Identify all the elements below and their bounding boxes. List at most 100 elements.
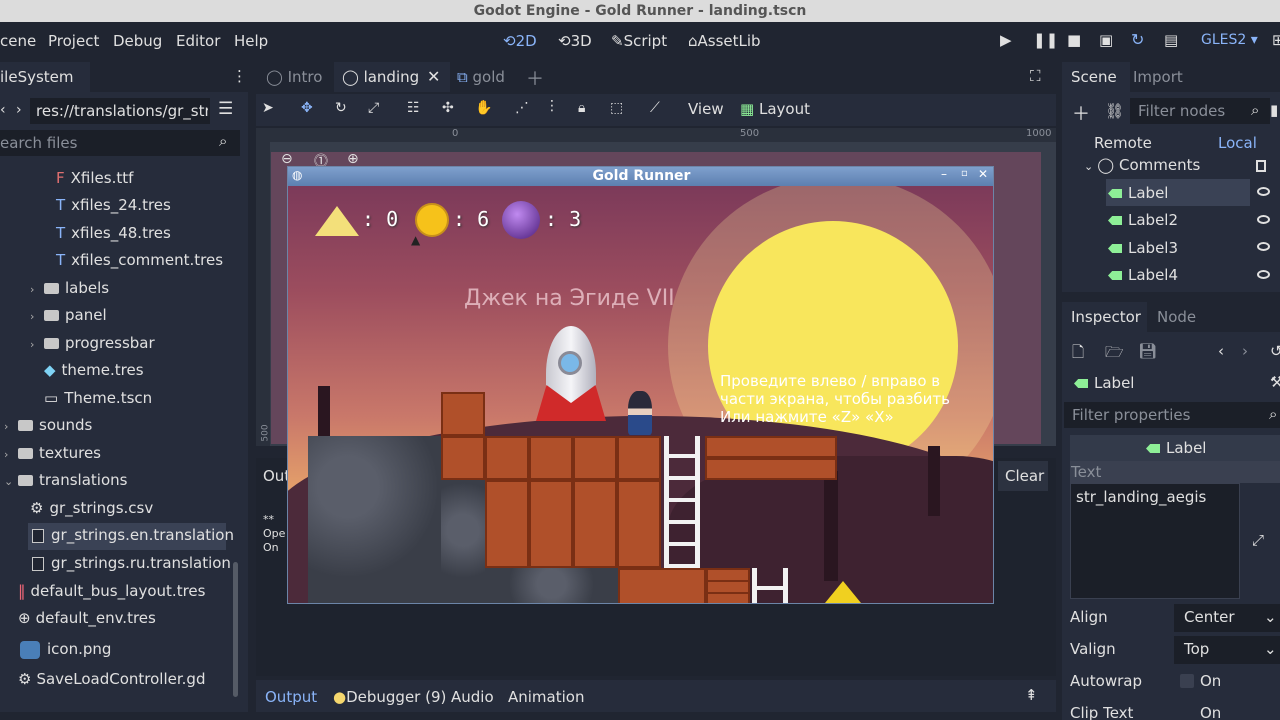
snap-menu-icon[interactable]: ⋮ (545, 98, 559, 114)
remote-button[interactable]: Remote (1094, 134, 1152, 152)
script-icon[interactable] (1256, 160, 1266, 172)
filter-nodes-input[interactable]: Filter nodes (1138, 102, 1225, 120)
list-item[interactable]: › panel (30, 306, 107, 324)
link-icon[interactable]: ⛓ (1105, 102, 1124, 120)
snap-icon[interactable]: ⋰ (515, 100, 529, 116)
group-icon[interactable]: ⬚ (610, 100, 623, 116)
object-tools-icon[interactable]: ⚒ (1270, 373, 1280, 391)
expand-panel-icon[interactable]: ⇞ (1025, 686, 1038, 704)
valign-value[interactable]: Top (1184, 640, 1209, 658)
list-item[interactable]: ▭ Theme.tscn (44, 389, 152, 407)
play-custom-icon[interactable]: ▤ (1164, 31, 1178, 49)
minimize-icon[interactable]: – (941, 167, 947, 181)
renderer-select[interactable]: GLES2 ▾ (1201, 32, 1258, 48)
chevron-down-icon[interactable]: ⌄ (1264, 608, 1277, 626)
tab-audio[interactable]: Audio (451, 688, 494, 706)
add-tab-icon[interactable]: ＋ (526, 65, 544, 91)
list-item[interactable]: ⚙ gr_strings.csv (30, 499, 153, 517)
local-button[interactable]: Local (1218, 134, 1257, 152)
list-item[interactable]: ⊕ default_env.tres (18, 609, 156, 627)
move-tool-icon[interactable]: ✥ (301, 100, 313, 116)
chevron-down-icon[interactable]: ⌄ (4, 475, 18, 488)
filesystem-scrollbar[interactable] (233, 562, 238, 697)
expand-text-icon[interactable]: ⤢ (1252, 531, 1264, 549)
list-item[interactable]: Txfiles_24.tres (56, 196, 171, 214)
text-prop-value[interactable]: str_landing_aegis (1076, 488, 1206, 506)
bone-icon[interactable]: ⟋ (650, 100, 660, 116)
tab-landing[interactable]: ◯ landing (342, 68, 419, 86)
visibility-eye-icon[interactable] (1257, 270, 1270, 279)
tab-scene[interactable]: Scene (1071, 68, 1117, 86)
toggle-split-icon[interactable]: ☰ (218, 99, 233, 119)
chevron-right-icon[interactable]: › (30, 283, 44, 296)
history-back-icon[interactable]: ‹ (1218, 342, 1224, 360)
menu-debug[interactable]: Debug (113, 32, 162, 50)
chevron-right-icon[interactable]: › (4, 448, 18, 461)
list-item[interactable]: › progressbar (30, 334, 155, 352)
pivot-tool-icon[interactable]: ✣ (442, 100, 454, 116)
fullscreen-icon[interactable]: ⛶ (1030, 67, 1041, 85)
list-item-selected[interactable]: gr_strings.en.translation (28, 523, 234, 550)
forward-icon[interactable]: › (16, 102, 22, 118)
list-item[interactable]: icon.png (20, 640, 111, 659)
filesystem-tab[interactable]: ileSystem (0, 68, 74, 86)
inspected-object[interactable]: Label (1074, 374, 1134, 392)
list-item[interactable]: ‖ default_bus_layout.tres (18, 582, 205, 600)
workspace-3d[interactable]: ⟲3D (558, 32, 592, 50)
close-icon[interactable]: ✕ (978, 167, 988, 181)
game-window[interactable]: Gold Runner ◍ – ▫ ✕ : 0 : 6 : 3 ▲ Джек н… (287, 166, 994, 604)
list-item[interactable]: Txfiles_comment.tres (56, 251, 223, 269)
reload-icon[interactable]: ↻ (1131, 30, 1144, 49)
visibility-eye-icon[interactable] (1257, 215, 1270, 224)
tab-debugger[interactable]: ●Debugger (9) (333, 688, 446, 706)
menu-help[interactable]: Help (234, 32, 268, 50)
menu-scene[interactable]: cene (0, 32, 36, 50)
zoom-in-icon[interactable]: ⊕ (347, 151, 359, 167)
list-item[interactable]: › textures (4, 444, 101, 462)
visibility-eye-icon[interactable] (1257, 187, 1270, 196)
history-forward-icon[interactable]: › (1242, 342, 1248, 360)
new-resource-icon[interactable]: 🗋︎ (1072, 342, 1084, 367)
list-item[interactable]: ⌄ translations (4, 471, 127, 489)
section-header[interactable]: Label (1146, 439, 1206, 457)
tab-intro[interactable]: ◯ Intro (266, 68, 322, 86)
workspace-script[interactable]: ✎Script (611, 32, 667, 50)
scene-node-label4[interactable]: Label4 (1108, 266, 1178, 284)
list-tool-icon[interactable]: ☷ (407, 100, 420, 116)
object-history-icon[interactable]: ↺ (1270, 342, 1280, 360)
scale-tool-icon[interactable]: ⤢ (368, 100, 379, 116)
layout-menu[interactable]: ▦ Layout (740, 100, 810, 118)
clear-button[interactable]: Clear (1005, 467, 1044, 485)
list-item[interactable]: F Xfiles.ttf (56, 169, 133, 187)
select-tool-icon[interactable]: ➤ (262, 100, 274, 116)
menu-editor[interactable]: Editor (176, 32, 220, 50)
autowrap-checkbox[interactable] (1180, 674, 1194, 688)
scene-node-comments[interactable]: ⌄ ◯ Comments (1084, 156, 1200, 174)
add-node-icon[interactable]: ＋ (1072, 100, 1090, 126)
menu-project[interactable]: Project (48, 32, 99, 50)
list-item[interactable]: Txfiles_48.tres (56, 224, 171, 242)
list-item[interactable]: › labels (30, 279, 109, 297)
maximize-icon[interactable]: ▫ (961, 168, 968, 179)
pause-icon[interactable]: ❚❚ (1033, 31, 1058, 49)
script-attach-icon[interactable]: ▮ (1270, 101, 1278, 119)
tab-animation[interactable]: Animation (508, 688, 584, 706)
dock-menu-icon[interactable]: ⋮ (232, 67, 247, 85)
settings-icon[interactable]: ⊞ (1272, 31, 1280, 49)
visibility-eye-icon[interactable] (1257, 242, 1270, 251)
save-icon[interactable]: 💾︎ (1138, 342, 1157, 360)
close-icon[interactable]: ✕ (427, 67, 440, 86)
chevron-right-icon[interactable]: › (30, 338, 44, 351)
chevron-right-icon[interactable]: › (30, 310, 44, 323)
align-value[interactable]: Center (1184, 608, 1235, 626)
workspace-2d[interactable]: ⟲2D (503, 32, 537, 50)
back-icon[interactable]: ‹ (0, 102, 6, 118)
list-item[interactable]: gr_strings.ru.translation (32, 554, 231, 572)
zoom-out-icon[interactable]: ⊖ (281, 151, 293, 167)
rotate-tool-icon[interactable]: ↻ (335, 100, 347, 116)
scene-node-label2[interactable]: Label2 (1108, 211, 1178, 229)
workspace-assetlib[interactable]: ⌂AssetLib (688, 32, 761, 50)
path-field[interactable]: res://translations/gr_str (36, 102, 208, 120)
open-folder-icon[interactable]: 🗁︎ (1105, 342, 1124, 367)
lock-icon[interactable]: 🔒︎ (578, 100, 585, 116)
